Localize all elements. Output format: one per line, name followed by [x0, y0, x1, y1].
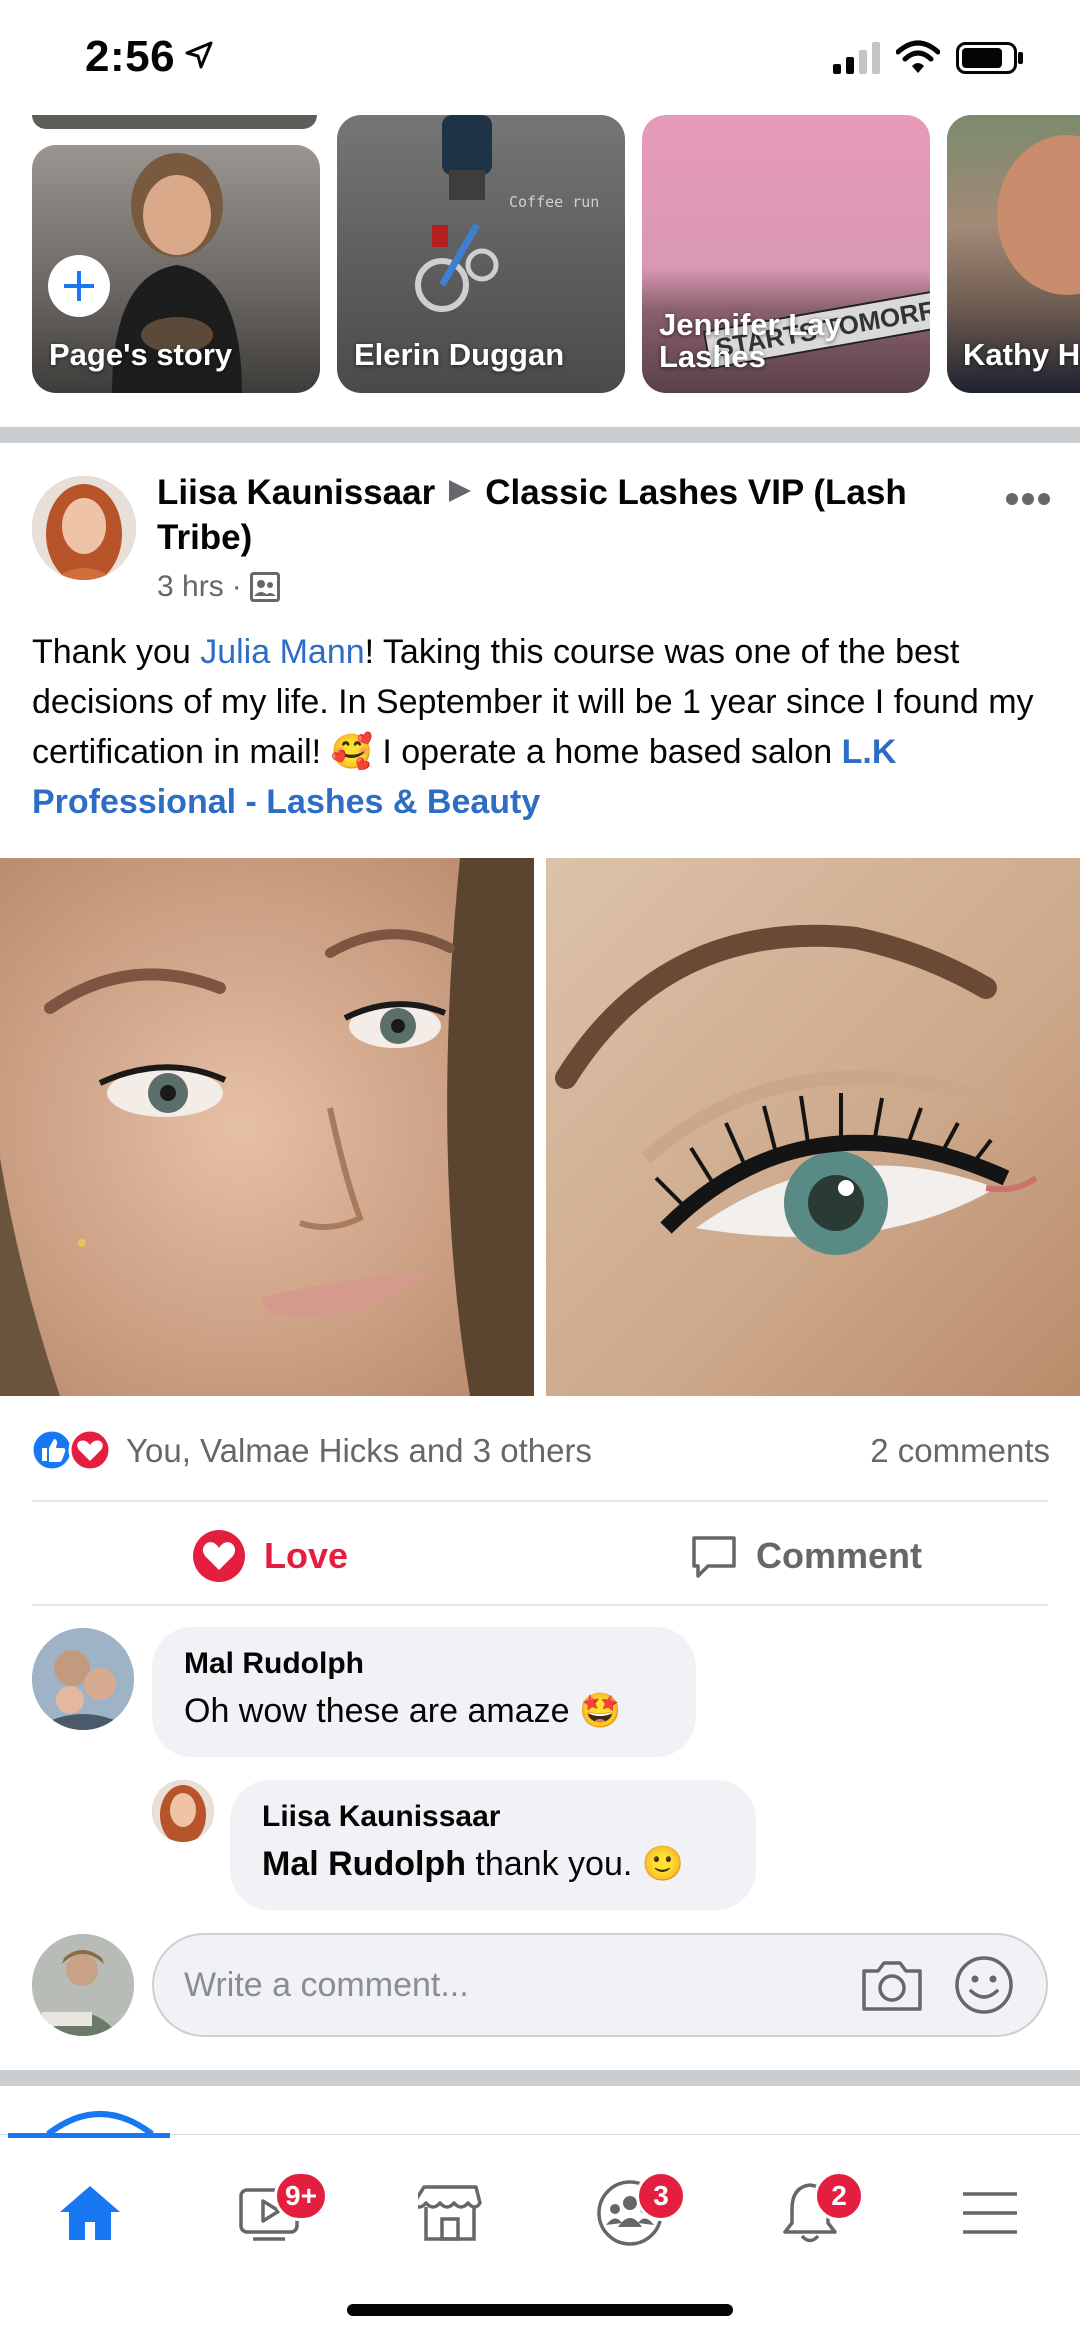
next-post-avatar-edge [46, 2111, 154, 2137]
comment-bubble-icon [692, 1536, 736, 1578]
plus-icon [64, 271, 94, 301]
active-tab-indicator [8, 2133, 170, 2138]
next-post-partial [0, 2094, 1080, 2137]
home-icon [60, 2186, 120, 2240]
tab-groups[interactable]: 3 [570, 2163, 690, 2263]
post-photo-face[interactable] [0, 858, 534, 1396]
comment-bubble[interactable]: Mal Rudolph Oh wow these are amaze 🤩 [152, 1627, 696, 1757]
face-photo-illustration [0, 858, 534, 1396]
status-time: 2:56 [85, 32, 176, 81]
hamburger-menu-icon [963, 2192, 1017, 2234]
story-label: Elerin Duggan [354, 337, 565, 372]
meta-separator: · [231, 570, 242, 603]
reply-author[interactable]: Liisa Kaunissaar [262, 1798, 724, 1836]
reply-message: thank you. 🙂 [465, 1845, 685, 1883]
reply-bubble[interactable]: Liisa Kaunissaar Mal Rudolph thank you. … [230, 1780, 756, 1910]
love-label: Love [264, 1535, 349, 1576]
story-overlay-text: Coffee run [509, 193, 600, 211]
comment-input-box[interactable] [152, 1933, 1048, 2037]
stories-carousel: Page's story Coffee run Elerin Duggan ST… [0, 115, 1080, 395]
comment-label: Comment [756, 1535, 923, 1576]
comments-count[interactable]: 2 comments [870, 1432, 1050, 1470]
story-label-line: Lashes [659, 339, 766, 374]
post-time[interactable]: 3 hrs [157, 570, 224, 604]
story-card-partial[interactable] [32, 115, 317, 129]
post-header-title: Liisa Kaunissaar Classic Lashes VIP (Lash… [157, 470, 977, 560]
reply-author-photo [152, 1780, 214, 1842]
add-story-button[interactable] [48, 255, 110, 317]
more-options-icon[interactable] [1005, 492, 1051, 506]
post-photo-eye[interactable] [546, 858, 1080, 1396]
story-card-kathy[interactable]: Kathy H [947, 115, 1080, 393]
reply-mention[interactable]: Mal Rudolph [262, 1845, 466, 1883]
story-label: Page's story [49, 337, 233, 372]
tab-marketplace[interactable] [390, 2163, 510, 2263]
notifications-badge: 2 [814, 2171, 864, 2221]
current-user-avatar [32, 1934, 134, 2036]
tab-home[interactable] [30, 2163, 150, 2263]
emoji-icon[interactable] [954, 1955, 1014, 2015]
story-card-elerin[interactable]: Coffee run Elerin Duggan [337, 115, 625, 393]
eye-photo-illustration [546, 858, 1080, 1396]
story-label-line: Jennifer Lay [659, 307, 842, 342]
groups-badge: 3 [636, 2171, 686, 2221]
tab-watch[interactable]: 9+ [210, 2163, 330, 2263]
reactions-summary[interactable]: You, Valmae Hicks and 3 others [126, 1432, 592, 1470]
marketplace-icon [418, 2185, 482, 2241]
story-label: Kathy H [963, 337, 1080, 372]
author-portrait [32, 476, 136, 580]
post-meta: 3 hrs · [157, 570, 280, 604]
feed-divider [0, 2070, 1080, 2086]
emoji: 🥰 [330, 733, 373, 771]
tab-notifications[interactable]: 2 [750, 2163, 870, 2263]
post-text-segment: I operate a home based salon [372, 733, 842, 771]
commenter-photo [32, 1628, 134, 1730]
comment-input[interactable] [184, 1955, 864, 2015]
reaction-icons [30, 1428, 112, 1472]
group-members-icon [249, 572, 280, 602]
tab-menu[interactable] [930, 2163, 1050, 2263]
mention-link[interactable]: Julia Mann [200, 633, 364, 671]
love-heart-icon [193, 1530, 245, 1582]
wifi-icon [896, 40, 940, 73]
current-user-photo [32, 1934, 134, 2036]
feed-divider [0, 427, 1080, 443]
reactions-row[interactable]: You, Valmae Hicks and 3 others 2 comment… [30, 1424, 1050, 1476]
watch-badge: 9+ [274, 2171, 328, 2221]
story-label: Jennifer Lay Lashes [659, 309, 842, 373]
battery-icon [956, 42, 1023, 74]
location-arrow-icon [185, 41, 213, 69]
story-card-jennifer[interactable]: STARTS TOMORROW! Jennifer Lay Lashes [642, 115, 930, 393]
love-button[interactable]: Love [192, 1524, 348, 1588]
action-divider-bottom [32, 1604, 1048, 1606]
comment-button[interactable]: Comment [690, 1524, 922, 1588]
post-author-avatar[interactable] [32, 476, 136, 580]
comment-text: Oh wow these are amaze 🤩 [184, 1692, 622, 1730]
home-indicator[interactable] [347, 2304, 733, 2316]
status-bar: 2:56 [0, 0, 1080, 115]
comment-author[interactable]: Mal Rudolph [184, 1645, 664, 1683]
post-body-text: Thank you Julia Mann! Taking this course… [32, 627, 1052, 827]
camera-icon[interactable] [860, 1957, 924, 2013]
reply-author-avatar[interactable] [152, 1780, 214, 1842]
reply-text: Mal Rudolph thank you. 🙂 [262, 1840, 724, 1888]
story-card-page[interactable]: Page's story [32, 145, 320, 393]
commenter-avatar[interactable] [32, 1628, 134, 1730]
post-author-name[interactable]: Liisa Kaunissaar [157, 473, 435, 512]
cellular-signal-icon [833, 42, 880, 74]
post-text-segment: Thank you [32, 633, 201, 671]
shared-to-arrow-icon [449, 480, 472, 502]
action-divider-top [32, 1500, 1048, 1502]
